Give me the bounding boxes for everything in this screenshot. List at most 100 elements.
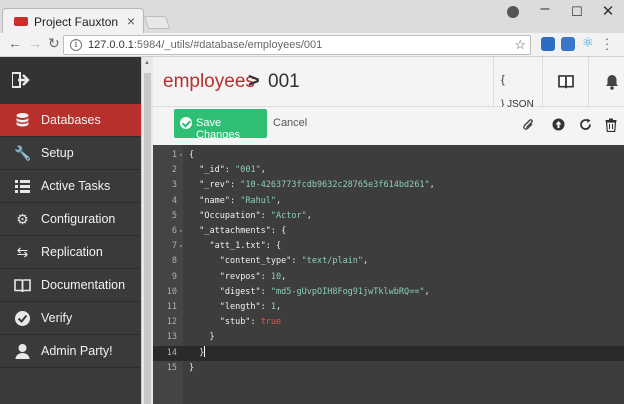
line-number: 6 bbox=[171, 226, 177, 236]
sidebar-item-active-tasks[interactable]: Active Tasks bbox=[0, 170, 141, 203]
logout-button[interactable] bbox=[0, 57, 141, 104]
save-changes-button[interactable]: Save Changes bbox=[174, 109, 267, 141]
code-text: } bbox=[189, 345, 206, 358]
extension-icon[interactable] bbox=[541, 37, 555, 51]
json-brace: { bbox=[501, 74, 505, 86]
bookmark-star-icon[interactable]: ☆ bbox=[514, 37, 526, 53]
react-devtools-icon[interactable]: ⚛ bbox=[582, 35, 596, 50]
new-tab-button[interactable] bbox=[143, 16, 171, 29]
code-text: "_rev": "10-4263773fcdb9632c28765e3f614b… bbox=[199, 180, 435, 191]
line-number: 5 bbox=[171, 210, 177, 221]
code-line[interactable]: 3 "_rev": "10-4263773fcdb9632c28765e3f61… bbox=[153, 178, 624, 193]
sidebar-item-label: Setup bbox=[41, 146, 74, 160]
fold-toggle-icon[interactable]: ▾ bbox=[179, 224, 183, 239]
close-window-icon[interactable]: ✕ bbox=[593, 2, 623, 20]
line-number: 14 bbox=[166, 347, 177, 358]
cancel-button[interactable]: Cancel bbox=[273, 117, 307, 129]
line-number: 11 bbox=[166, 302, 177, 312]
code-line[interactable]: 14 } bbox=[153, 345, 624, 361]
clone-document-button[interactable] bbox=[573, 107, 600, 145]
back-icon[interactable]: ← bbox=[8, 35, 22, 51]
database-icon bbox=[16, 113, 29, 127]
scroll-up-icon[interactable]: ▲ bbox=[144, 60, 150, 66]
fold-toggle-icon[interactable]: ▾ bbox=[179, 239, 183, 254]
line-number: 4 bbox=[171, 195, 177, 206]
code-line[interactable]: 6 ▾ "_attachments": { bbox=[153, 224, 624, 239]
code-line[interactable]: 15} bbox=[153, 361, 624, 376]
code-text: "att_1.txt": { bbox=[209, 241, 282, 252]
sidebar-item-databases[interactable]: Databases bbox=[0, 104, 141, 137]
api-json-button[interactable]: { } JSON bbox=[493, 57, 542, 110]
sidebar-item-replication[interactable]: ⇆ Replication bbox=[0, 236, 141, 269]
reload-icon[interactable]: ↻ bbox=[48, 35, 60, 52]
fold-toggle-icon[interactable]: ▾ bbox=[179, 148, 183, 163]
line-number: 3 bbox=[171, 180, 177, 191]
info-icon[interactable]: i bbox=[70, 39, 82, 51]
sidebar-scrollbar[interactable]: ▲ bbox=[141, 57, 153, 404]
line-number: 15 bbox=[166, 362, 177, 373]
extension-icon[interactable] bbox=[561, 37, 575, 51]
code-line[interactable]: 12 "stub": true bbox=[153, 315, 624, 330]
check-circle-icon bbox=[15, 311, 30, 326]
upload-button[interactable] bbox=[546, 107, 573, 145]
trash-icon bbox=[605, 118, 617, 132]
replication-icon: ⇆ bbox=[16, 244, 29, 260]
user-icon bbox=[15, 344, 30, 359]
gear-icon: ⚙ bbox=[16, 211, 29, 227]
code-line[interactable]: 10 "digest": "md5-gUvpOIH8Fog91jwTklwbRQ… bbox=[153, 285, 624, 300]
code-line[interactable]: 2 "_id": "001", bbox=[153, 163, 624, 178]
url-text: 127.0.0.1:5984/_utils/#database/employee… bbox=[88, 39, 322, 51]
sidebar-item-verify[interactable]: Verify bbox=[0, 302, 141, 335]
line-number: 10 bbox=[166, 286, 177, 297]
notifications-button[interactable] bbox=[588, 57, 624, 107]
code-text: "content_type": "text/plain", bbox=[219, 256, 369, 267]
code-line[interactable]: 4 "name": "Rahul", bbox=[153, 194, 624, 209]
code-line[interactable]: 13 } bbox=[153, 330, 624, 345]
sidebar-item-label: Verify bbox=[41, 311, 73, 325]
breadcrumb-database[interactable]: employees bbox=[163, 71, 255, 93]
code-text: "length": 1, bbox=[219, 302, 282, 312]
code-line[interactable]: 5 "Occupation": "Actor", bbox=[153, 209, 624, 224]
documentation-button[interactable] bbox=[542, 57, 588, 107]
sidebar-item-label: Replication bbox=[41, 245, 103, 259]
profile-icon[interactable] bbox=[507, 6, 519, 18]
upload-attachment-button[interactable] bbox=[515, 107, 542, 145]
bell-icon bbox=[606, 75, 618, 90]
delete-document-button[interactable] bbox=[599, 107, 624, 145]
tab-close-icon[interactable]: × bbox=[127, 13, 135, 29]
forward-icon[interactable]: → bbox=[28, 35, 42, 51]
page-header: employees > 001 { } JSON bbox=[153, 57, 624, 110]
code-text: "_id": "001", bbox=[199, 165, 266, 176]
save-changes-label: Save Changes bbox=[196, 117, 241, 141]
breadcrumb-separator: > bbox=[248, 70, 260, 92]
line-number: 12 bbox=[166, 317, 177, 328]
code-line[interactable]: 11 "length": 1, bbox=[153, 300, 624, 315]
code-line[interactable]: 8 "content_type": "text/plain", bbox=[153, 254, 624, 269]
code-text: "stub": true bbox=[219, 317, 282, 328]
check-circle-icon bbox=[180, 117, 192, 129]
document-toolbar: Save Changes Cancel bbox=[153, 107, 624, 145]
line-number: 9 bbox=[171, 271, 177, 282]
sidebar-item-configuration[interactable]: ⚙ Configuration bbox=[0, 203, 141, 236]
minimize-icon[interactable]: – bbox=[530, 0, 560, 18]
browser-tab[interactable]: Project Fauxton × bbox=[2, 8, 144, 33]
wrench-icon: 🔧 bbox=[14, 145, 32, 161]
paperclip-icon bbox=[523, 119, 533, 130]
browser-menu-icon[interactable]: · · · bbox=[604, 32, 610, 55]
scrollbar-thumb[interactable] bbox=[144, 73, 151, 404]
code-line[interactable]: 7 ▾ "att_1.txt": { bbox=[153, 239, 624, 254]
code-line[interactable]: 1 ▾ { bbox=[153, 148, 624, 163]
code-text: "Occupation": "Actor", bbox=[199, 210, 312, 221]
maximize-icon[interactable]: ☐ bbox=[562, 4, 592, 20]
sidebar-item-label: Databases bbox=[41, 113, 101, 127]
arrow-up-circle-icon bbox=[552, 118, 565, 131]
sidebar-item-admin-party[interactable]: Admin Party! bbox=[0, 335, 141, 368]
code-text: { bbox=[189, 150, 195, 160]
url-input[interactable]: i 127.0.0.1:5984/_utils/#database/employ… bbox=[63, 35, 531, 55]
code-line[interactable]: 9 "revpos": 10, bbox=[153, 270, 624, 285]
sidebar-item-setup[interactable]: 🔧 Setup bbox=[0, 137, 141, 170]
code-text: "_attachments": { bbox=[199, 226, 287, 236]
sidebar-item-documentation[interactable]: Documentation bbox=[0, 269, 141, 302]
sidebar-item-label: Admin Party! bbox=[41, 344, 113, 358]
json-code-editor[interactable]: 1 ▾{2 "_id": "001", 3 "_rev": "10-4263773f… bbox=[153, 145, 624, 404]
